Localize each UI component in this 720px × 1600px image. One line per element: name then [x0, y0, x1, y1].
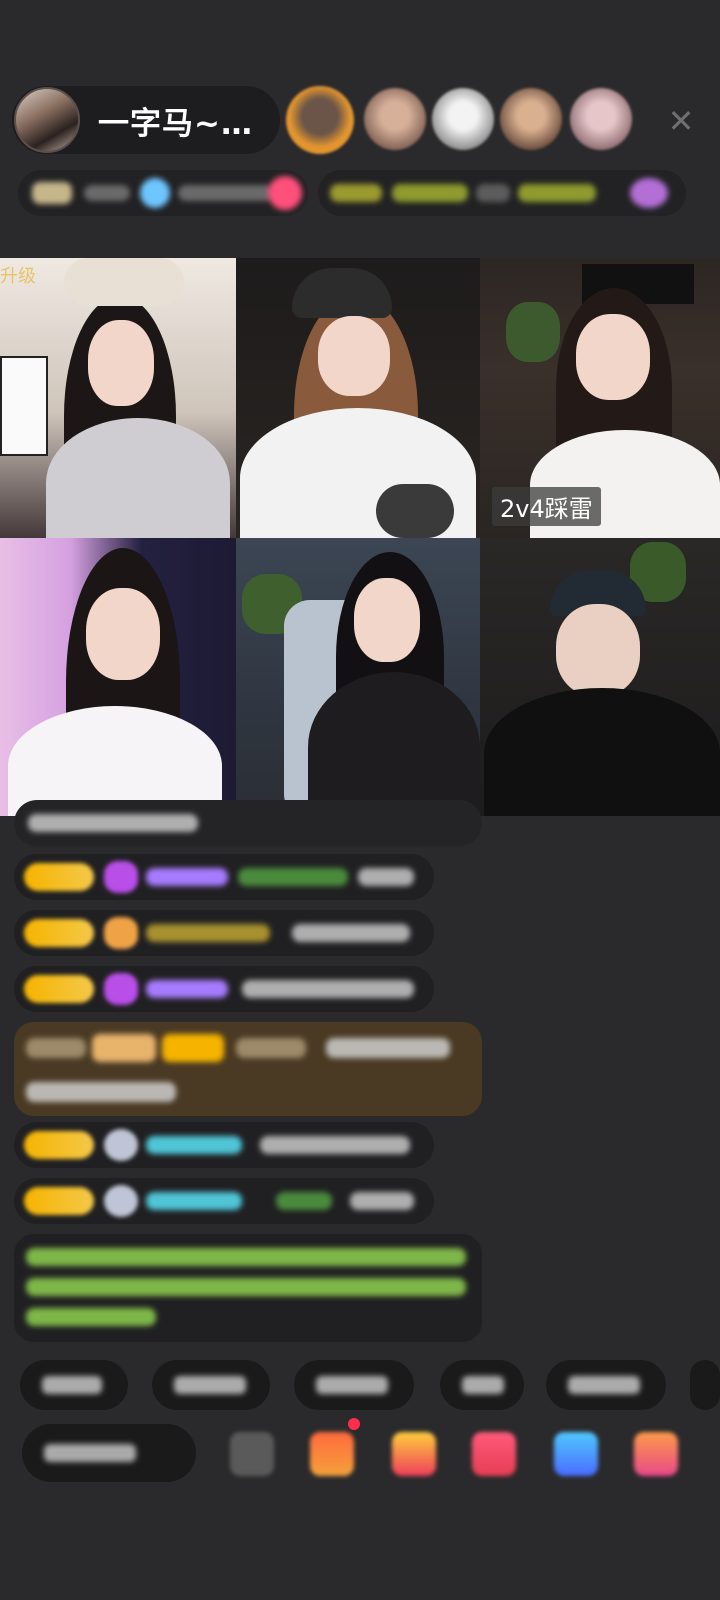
avatar-icon — [104, 1185, 138, 1217]
level-badge — [24, 1187, 94, 1215]
guest-video-6[interactable] — [480, 538, 720, 816]
more-icon[interactable] — [634, 1432, 678, 1476]
chat-message — [14, 1122, 434, 1168]
room-tags-pill[interactable] — [318, 170, 686, 216]
chat-input[interactable] — [22, 1424, 196, 1482]
chat-message — [14, 800, 482, 846]
guest-video-5[interactable] — [236, 538, 480, 816]
close-icon[interactable]: ✕ — [664, 104, 698, 138]
chat-message — [14, 966, 434, 1012]
chat-message — [14, 854, 434, 900]
level-badge — [24, 1131, 94, 1159]
gem-icon — [104, 861, 138, 893]
quick-reply-chip[interactable] — [152, 1360, 270, 1410]
quick-reply-chip[interactable] — [440, 1360, 524, 1410]
pk-mode-badge: 2v4踩雷 — [492, 487, 601, 526]
red-packet-icon[interactable] — [472, 1432, 516, 1476]
host-name: 一字马~… — [98, 105, 253, 142]
host-info-pill[interactable]: 一字马~… — [12, 86, 280, 154]
guest-corner-label: 升级 — [0, 266, 36, 287]
quick-reply-chip[interactable] — [294, 1360, 414, 1410]
quick-reply-chip[interactable] — [690, 1360, 720, 1410]
guest-video-2[interactable] — [236, 258, 480, 538]
gift-box-icon[interactable] — [310, 1432, 354, 1476]
gem-icon — [104, 973, 138, 1005]
gift-message-panel — [14, 1022, 482, 1116]
quick-reply-chip[interactable] — [546, 1360, 666, 1410]
emoji-icon[interactable] — [230, 1432, 274, 1476]
viewer-avatar-3[interactable] — [432, 88, 494, 150]
level-badge — [24, 863, 94, 891]
notification-dot — [348, 1418, 360, 1430]
host-avatar[interactable] — [14, 87, 80, 153]
chat-message — [14, 910, 434, 956]
chat-message — [14, 1178, 434, 1224]
guest-video-1[interactable]: 升级 — [0, 258, 236, 538]
guest-video-4[interactable] — [0, 538, 236, 816]
level-badge — [24, 975, 94, 1003]
heart-icon — [104, 917, 138, 949]
guest-video-3[interactable]: 2v4踩雷 — [480, 258, 720, 538]
viewer-avatar-2[interactable] — [364, 88, 426, 150]
viewer-avatar-1[interactable] — [286, 86, 354, 154]
level-badge — [24, 919, 94, 947]
room-info-pill[interactable] — [18, 170, 308, 216]
system-notice — [14, 1234, 482, 1342]
quick-reply-chip[interactable] — [20, 1360, 128, 1410]
share-icon[interactable] — [554, 1432, 598, 1476]
viewer-avatar-4[interactable] — [500, 88, 562, 150]
avatar-icon — [104, 1129, 138, 1161]
viewer-avatar-5[interactable] — [570, 88, 632, 150]
co-host-video-grid: 升级 2v4踩雷 — [0, 258, 720, 816]
lucky-bag-icon[interactable] — [392, 1432, 436, 1476]
